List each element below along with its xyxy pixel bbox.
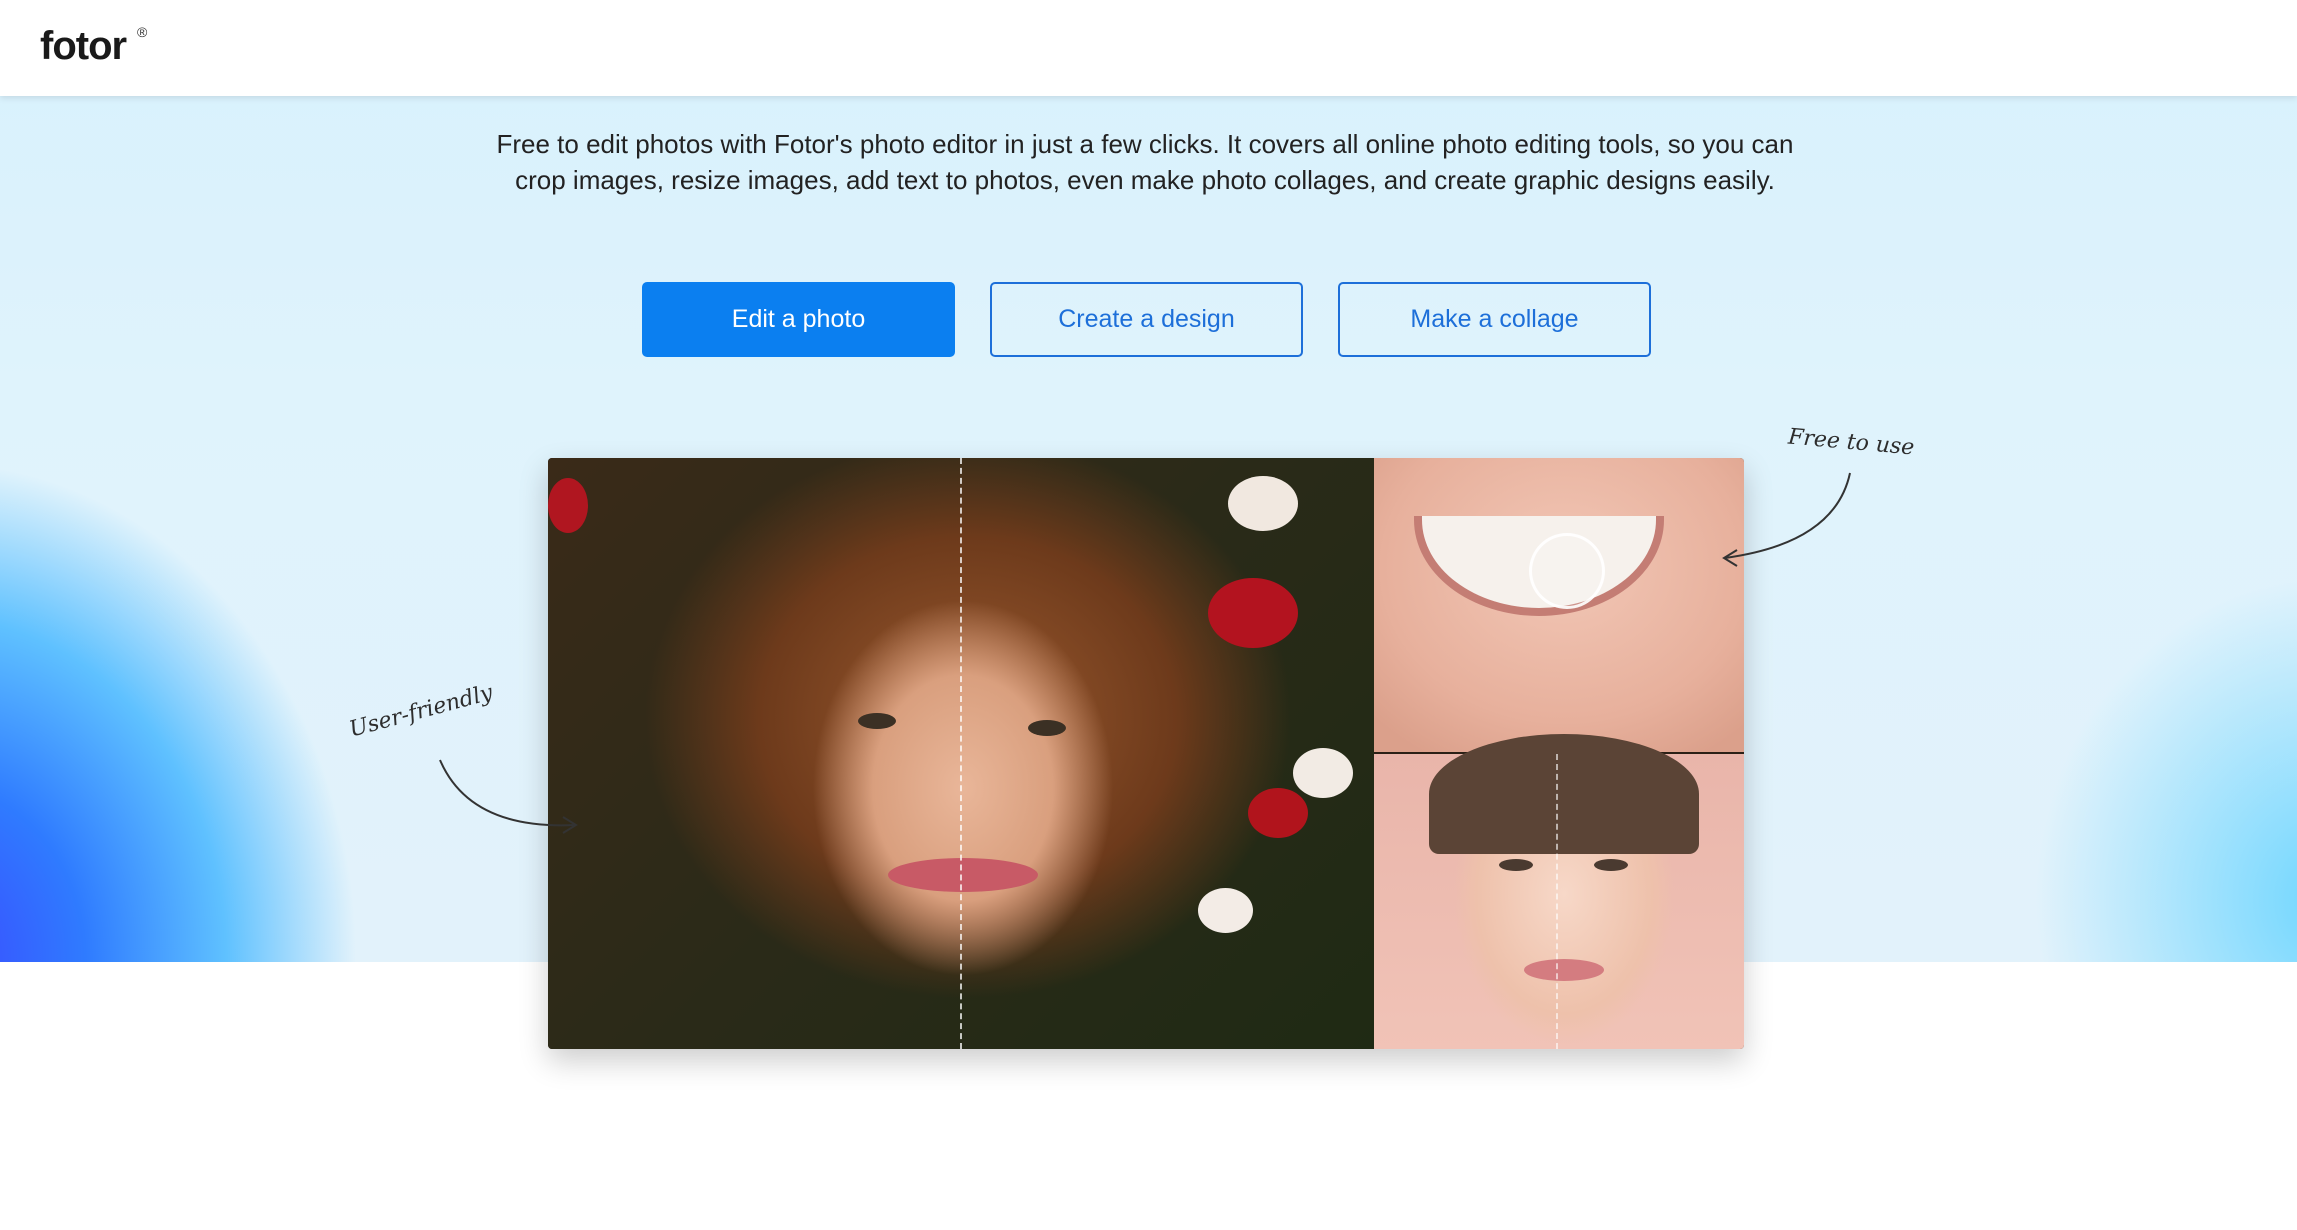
before-after-divider [960,458,962,1049]
hair [1429,734,1699,854]
white-petal [1228,476,1298,531]
lips [1524,959,1604,981]
eye [858,713,896,729]
before-after-portrait [548,458,1374,1049]
hero-description: Free to edit photos with Fotor's photo e… [496,129,1794,195]
eye [1594,859,1628,871]
white-petal [1293,748,1353,798]
face-retouch-preview [1374,734,1744,1049]
magnifier-icon [1529,533,1605,609]
make-collage-button[interactable]: Make a collage [1338,282,1651,357]
fotor-logo[interactable]: fotor [40,24,127,69]
create-design-button[interactable]: Create a design [990,282,1303,357]
rose-petal [1248,788,1308,838]
eye [1499,859,1533,871]
lips [888,858,1038,892]
smile-closeup [1374,458,1744,752]
hero-showcase-image [548,458,1744,1049]
white-petal [1198,888,1253,933]
page: fotor ® Free to edit photos with Fotor's… [0,0,2297,1230]
edit-photo-button[interactable]: Edit a photo [642,282,955,357]
curved-arrow-icon [439,759,578,834]
before-after-divider [1556,754,1558,1049]
site-header: fotor ® [0,0,2297,96]
eye [1028,720,1066,736]
rose-petal [1208,578,1298,648]
curved-arrow-icon [1722,472,1851,567]
rose-petal [548,478,588,533]
registered-mark: ® [137,24,148,40]
